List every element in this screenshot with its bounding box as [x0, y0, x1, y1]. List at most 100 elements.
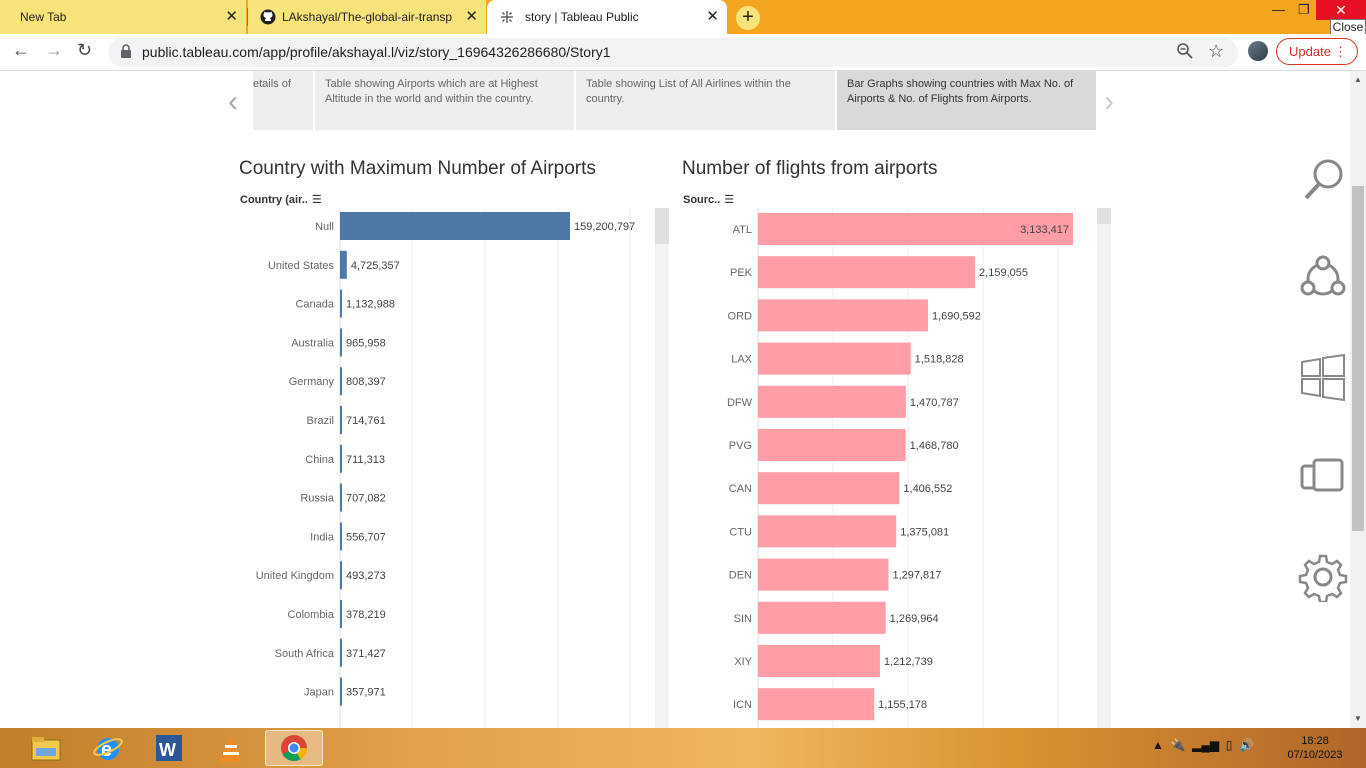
- tab-github[interactable]: LAkshayal/The-global-air-transpc ✕: [248, 0, 486, 34]
- category-label: United Kingdom: [256, 570, 334, 582]
- bar[interactable]: [758, 299, 928, 332]
- category-label: CAN: [729, 483, 752, 495]
- tab-new-tab[interactable]: New Tab ✕: [0, 0, 246, 34]
- bar[interactable]: [758, 645, 880, 677]
- tab-close-icon[interactable]: ✕: [465, 9, 478, 25]
- clock-time: 18:28: [1301, 735, 1329, 747]
- bookmark-star-icon[interactable]: ☆: [1208, 41, 1224, 62]
- scroll-down-icon[interactable]: ▼: [1354, 714, 1362, 723]
- value-label: 4,725,357: [351, 260, 400, 272]
- chart-scroll-thumb[interactable]: [1097, 208, 1111, 224]
- bar[interactable]: [340, 483, 342, 512]
- bar[interactable]: [340, 638, 342, 667]
- value-label: 1,468,780: [910, 440, 959, 452]
- bar[interactable]: [340, 522, 342, 551]
- bar[interactable]: [340, 250, 347, 279]
- field-label-source[interactable]: Sourc.. ☰: [683, 193, 734, 206]
- bar[interactable]: [758, 558, 889, 591]
- reload-icon[interactable]: ↻: [77, 40, 92, 61]
- category-label: Canada: [295, 299, 334, 311]
- category-label: Japan: [304, 687, 334, 699]
- story-next-arrow-icon[interactable]: ›: [1104, 85, 1114, 119]
- sort-icon[interactable]: ☰: [724, 194, 734, 206]
- update-label: Update: [1289, 44, 1331, 59]
- bar[interactable]: [340, 677, 342, 706]
- scroll-up-icon[interactable]: ▲: [1354, 75, 1362, 84]
- menu-dots-icon: ⋮: [1334, 44, 1347, 59]
- chart-title-flights: Number of flights from airports: [682, 158, 938, 179]
- browser-toolbar: ← → ↻ public.tableau.com/app/profile/aks…: [0, 34, 1366, 71]
- bar[interactable]: [758, 688, 875, 721]
- story-point[interactable]: etails of: [253, 71, 313, 130]
- story-point-active[interactable]: Bar Graphs showing countries with Max No…: [837, 71, 1096, 130]
- word-icon[interactable]: W: [143, 730, 195, 766]
- back-icon[interactable]: ←: [12, 40, 30, 61]
- url-text: public.tableau.com/app/profile/akshayal.…: [142, 44, 611, 60]
- category-label: CTU: [729, 526, 752, 538]
- windows-icon[interactable]: [1298, 352, 1348, 402]
- bar[interactable]: [758, 385, 906, 418]
- bar[interactable]: [340, 212, 570, 240]
- bar[interactable]: [340, 367, 342, 396]
- vlc-icon[interactable]: [205, 730, 257, 766]
- internet-explorer-icon[interactable]: e: [82, 730, 134, 766]
- category-label: Colombia: [288, 609, 335, 621]
- minimize-icon[interactable]: —: [1272, 2, 1285, 17]
- sort-icon[interactable]: ☰: [312, 194, 322, 206]
- window-close-button[interactable]: ✕: [1316, 0, 1366, 20]
- share-icon[interactable]: [1298, 254, 1348, 304]
- tab-title: New Tab: [20, 10, 67, 24]
- bar[interactable]: [758, 601, 886, 634]
- zoom-icon[interactable]: [1176, 42, 1194, 60]
- airports-bar-chart: Null 159,200,797 United States 4,725,357 Can…: [256, 208, 669, 728]
- bar[interactable]: [758, 256, 976, 289]
- update-button[interactable]: Update ⋮: [1276, 38, 1358, 65]
- bar[interactable]: [340, 561, 342, 590]
- tab-close-icon[interactable]: ✕: [225, 9, 238, 25]
- bar[interactable]: [340, 406, 342, 434]
- bar[interactable]: [340, 444, 342, 473]
- bar[interactable]: [340, 289, 342, 318]
- chart-scroll-thumb[interactable]: [655, 208, 669, 244]
- chrome-icon[interactable]: [265, 730, 323, 766]
- devices-icon[interactable]: [1298, 452, 1348, 502]
- category-label: China: [305, 454, 335, 466]
- story-prev-arrow-icon[interactable]: ‹: [228, 85, 238, 119]
- browser-tab-strip: New Tab ✕ LAkshayal/The-global-air-trans…: [0, 0, 1366, 36]
- avatar[interactable]: [1248, 41, 1268, 61]
- svg-text:W: W: [159, 740, 176, 760]
- bar[interactable]: [758, 342, 911, 375]
- bar[interactable]: [340, 328, 342, 357]
- bar[interactable]: [758, 429, 906, 461]
- page-scrollbar[interactable]: ▲ ▼: [1350, 71, 1366, 728]
- value-label: 371,427: [346, 648, 386, 660]
- address-bar[interactable]: public.tableau.com/app/profile/akshayal.…: [108, 38, 1238, 67]
- value-label: 1,375,081: [900, 526, 949, 538]
- settings-icon[interactable]: [1298, 552, 1348, 602]
- story-point[interactable]: Table showing Airports which are at High…: [315, 71, 574, 130]
- bar[interactable]: [758, 472, 900, 505]
- search-icon[interactable]: [1298, 154, 1348, 204]
- category-label: Germany: [289, 376, 335, 388]
- bar[interactable]: [758, 515, 897, 548]
- bar[interactable]: [340, 600, 342, 628]
- value-label: 556,707: [346, 531, 386, 543]
- new-tab-button[interactable]: +: [736, 6, 760, 30]
- field-label-country[interactable]: Country (air.. ☰: [240, 193, 322, 206]
- tab-tableau[interactable]: story | Tableau Public ✕: [487, 0, 727, 34]
- scroll-thumb[interactable]: [1352, 186, 1364, 531]
- value-label: 711,313: [346, 454, 385, 466]
- story-point[interactable]: Table showing List of All Airlines withi…: [576, 71, 835, 130]
- value-label: 159,200,797: [574, 221, 635, 233]
- tab-close-icon[interactable]: ✕: [706, 9, 719, 25]
- system-tray[interactable]: ▲ 🔌 ▂▄▆ ▯ 🔊: [1152, 738, 1254, 752]
- chart-scrollbar[interactable]: [655, 208, 669, 728]
- value-label: 3,133,417: [1020, 224, 1069, 236]
- forward-icon[interactable]: →: [45, 40, 63, 61]
- maximize-icon[interactable]: ❐: [1298, 2, 1310, 18]
- taskbar-clock[interactable]: 18:28 07/10/2023: [1280, 734, 1350, 762]
- category-label: South Africa: [275, 648, 335, 660]
- chart-scrollbar[interactable]: [1097, 208, 1111, 728]
- file-explorer-icon[interactable]: [20, 730, 72, 766]
- value-label: 1,297,817: [892, 570, 941, 582]
